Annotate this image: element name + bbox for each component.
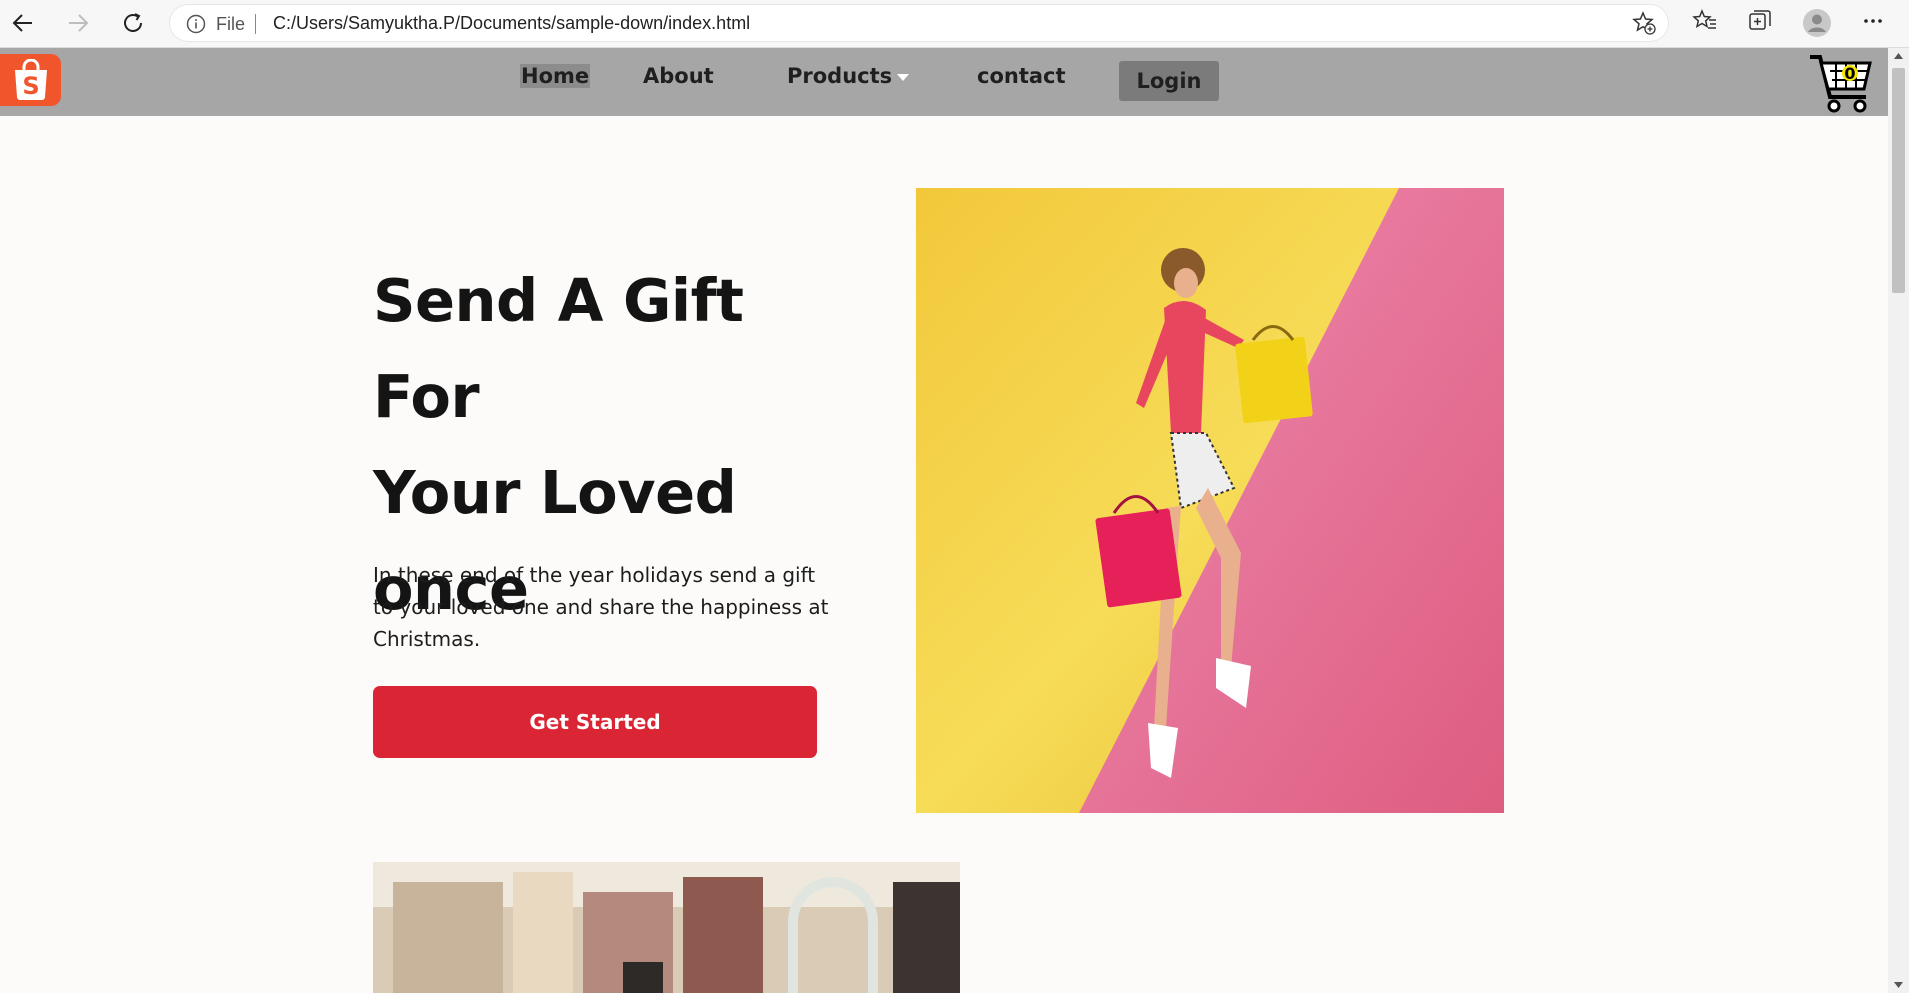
- secondary-image: [373, 862, 960, 993]
- url-text[interactable]: C:/Users/Samyuktha.P/Documents/sample-do…: [273, 13, 750, 34]
- back-button[interactable]: [8, 8, 38, 38]
- scroll-up-icon[interactable]: [1893, 52, 1904, 60]
- nav-products[interactable]: Products: [787, 64, 910, 88]
- forward-button[interactable]: [63, 8, 93, 38]
- profile-icon[interactable]: [1802, 8, 1832, 38]
- scroll-down-icon[interactable]: [1893, 981, 1904, 989]
- address-separator: [255, 14, 256, 34]
- back-icon: [12, 14, 32, 32]
- site-header: S Home About Products contact Login 0: [0, 48, 1888, 116]
- info-icon[interactable]: [186, 14, 206, 34]
- shopping-bag-icon: S: [14, 59, 47, 100]
- get-started-button[interactable]: Get Started: [373, 686, 817, 758]
- forward-icon: [69, 14, 89, 32]
- logo-letter: S: [22, 72, 39, 100]
- hero-description: In these end of the year holidays send a…: [373, 563, 829, 651]
- page-viewport: S Home About Products contact Login 0 Se…: [0, 48, 1888, 993]
- nav-contact[interactable]: contact: [977, 64, 1066, 88]
- shop-logo[interactable]: S: [0, 54, 61, 106]
- collections-icon[interactable]: [1747, 8, 1773, 34]
- chevron-down-icon: [897, 73, 910, 81]
- more-icon[interactable]: [1862, 8, 1884, 34]
- file-label: File: [216, 14, 246, 34]
- vertical-scrollbar[interactable]: [1888, 48, 1909, 993]
- browser-toolbar: File C:/Users/Samyuktha.P/Documents/samp…: [0, 0, 1909, 48]
- address-bar[interactable]: File C:/Users/Samyuktha.P/Documents/samp…: [170, 5, 1668, 41]
- hero-title-line1: Send A Gift For: [373, 266, 744, 431]
- cart-count: 0: [1844, 64, 1855, 83]
- nav-products-label: Products: [787, 64, 893, 88]
- hero-image: [916, 188, 1504, 813]
- cart-icon[interactable]: 0: [1808, 53, 1874, 115]
- refresh-icon: [124, 13, 142, 32]
- add-favorite-icon[interactable]: [1632, 11, 1656, 35]
- scroll-thumb[interactable]: [1892, 68, 1905, 293]
- refresh-button[interactable]: [118, 8, 148, 38]
- favorites-icon[interactable]: [1692, 8, 1718, 34]
- hero-title-line2: Your Loved: [373, 458, 737, 527]
- nav-home[interactable]: Home: [520, 64, 591, 88]
- nav-about[interactable]: About: [643, 64, 714, 88]
- login-button[interactable]: Login: [1119, 61, 1219, 101]
